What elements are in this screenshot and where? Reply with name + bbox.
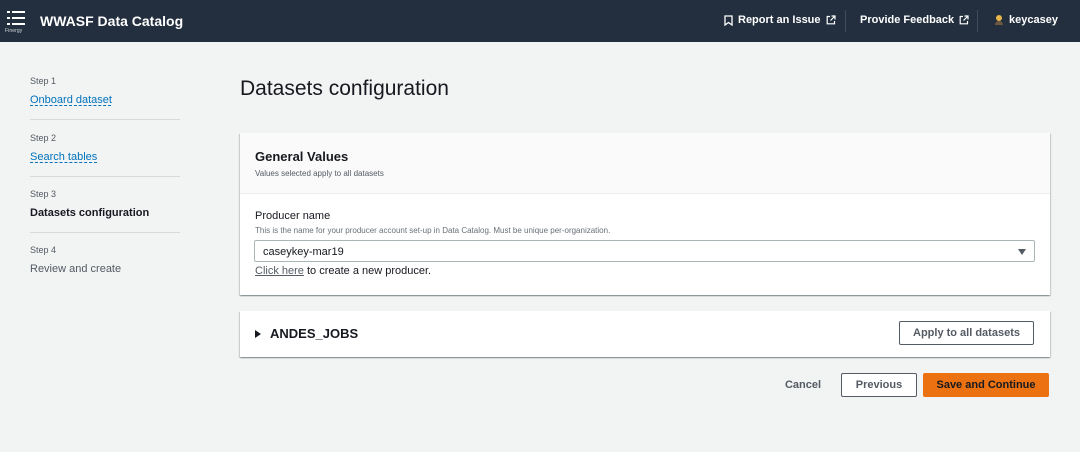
step-divider (30, 176, 180, 177)
producer-name-label: Producer name (255, 210, 331, 222)
wizard-step-4: Step 4 Review and create (30, 245, 180, 277)
create-producer-hint: Click here to create a new producer. (255, 265, 431, 277)
step-current-datasets-configuration: Datasets configuration (30, 207, 150, 219)
user-menu[interactable]: keycasey (995, 14, 1058, 26)
general-values-panel: General Values Values selected apply to … (240, 133, 1050, 295)
report-issue-link[interactable]: Report an Issue (724, 14, 836, 26)
menu-sublabel: Finergy (5, 28, 23, 34)
top-navigation: Finergy WWASF Data Catalog Report an Iss… (0, 0, 1080, 42)
report-issue-label: Report an Issue (738, 14, 821, 26)
step-number: Step 4 (30, 245, 57, 255)
previous-button[interactable]: Previous (841, 373, 917, 397)
external-link-icon (826, 15, 836, 25)
create-producer-link[interactable]: Click here (255, 265, 304, 277)
wizard-step-1: Step 1 Onboard dataset (30, 76, 180, 108)
provide-feedback-link[interactable]: Provide Feedback (860, 14, 969, 26)
dataset-name: ANDES_JOBS (270, 326, 359, 341)
panel-title: General Values (255, 149, 349, 164)
step-number: Step 2 (30, 133, 57, 143)
producer-name-description: This is the name for your producer accou… (255, 226, 611, 235)
divider (977, 10, 978, 32)
wizard-step-3: Step 3 Datasets configuration (30, 189, 180, 221)
dataset-panel: ANDES_JOBS Apply to all datasets (240, 311, 1050, 357)
step-link-onboard-dataset[interactable]: Onboard dataset (30, 94, 112, 106)
dataset-expander[interactable]: ANDES_JOBS (255, 326, 358, 341)
avatar-icon (995, 15, 1003, 25)
apply-to-all-datasets-button[interactable]: Apply to all datasets (899, 321, 1034, 345)
panel-description: Values selected apply to all datasets (255, 169, 384, 178)
app-title[interactable]: WWASF Data Catalog (40, 13, 183, 29)
step-review-and-create: Review and create (30, 263, 122, 275)
step-number: Step 3 (30, 189, 57, 199)
page-title: Datasets configuration (240, 77, 449, 100)
external-link-icon (959, 15, 969, 25)
cancel-button[interactable]: Cancel (772, 373, 834, 397)
step-divider (30, 119, 180, 120)
step-divider (30, 232, 180, 233)
divider (845, 10, 846, 32)
producer-name-select[interactable]: caseykey-mar19 (254, 240, 1035, 262)
caret-down-icon (1018, 249, 1026, 255)
caret-right-icon (255, 329, 261, 338)
wizard-step-2: Step 2 Search tables (30, 133, 180, 165)
producer-name-value: caseykey-mar19 (263, 246, 344, 258)
username: keycasey (1009, 14, 1058, 26)
save-and-continue-button[interactable]: Save and Continue (923, 373, 1049, 397)
step-number: Step 1 (30, 76, 57, 86)
create-producer-text: to create a new producer. (303, 265, 432, 277)
bookmark-icon (724, 14, 733, 26)
hamburger-menu-icon (7, 11, 25, 25)
provide-feedback-label: Provide Feedback (860, 14, 955, 26)
panel-header: General Values Values selected apply to … (240, 133, 1050, 194)
step-link-search-tables[interactable]: Search tables (30, 151, 97, 163)
menu-button[interactable]: Finergy (5, 9, 27, 37)
